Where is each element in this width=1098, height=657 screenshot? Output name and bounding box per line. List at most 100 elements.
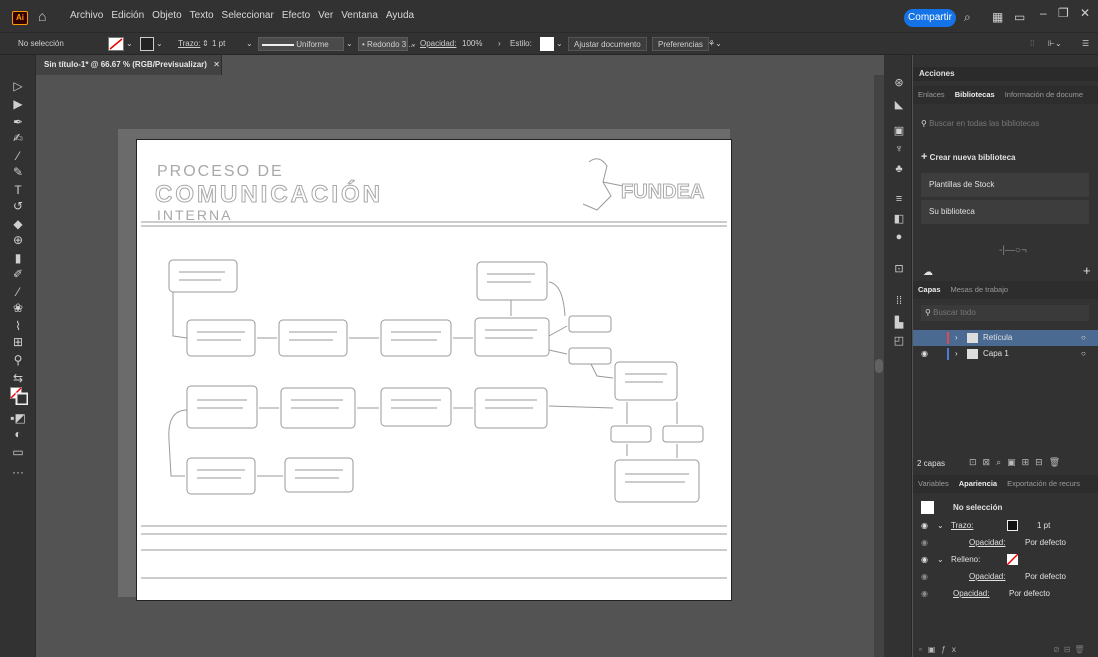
menu-texto[interactable]: Texto <box>186 10 218 21</box>
align-panel-icon[interactable]: ⁞⁞ <box>892 295 906 307</box>
eye-icon[interactable]: ◉ <box>921 568 928 585</box>
layer-name[interactable]: Retícula <box>983 330 1012 346</box>
stroke-panel-icon[interactable]: ≡ <box>892 193 906 205</box>
direct-selection-tool-icon[interactable]: ▶ <box>10 97 26 111</box>
appearance-fill-row[interactable]: ◉ ⌄ Relleno: <box>913 551 1098 568</box>
cloud-icon[interactable]: ☁ <box>923 267 935 278</box>
gradient-icon[interactable]: ◧ <box>892 213 906 225</box>
stroke-label[interactable]: Trazo: <box>951 517 973 534</box>
eye-icon[interactable]: ◉ <box>921 585 928 602</box>
draw-mode-icon[interactable]: ◐ <box>10 427 26 441</box>
eraser-tool-icon[interactable]: ◆ <box>10 217 26 231</box>
opacity-chevron-right-icon[interactable]: › <box>498 37 501 51</box>
actions-icon[interactable]: ⊛ <box>892 77 906 89</box>
appearance-stroke-row[interactable]: ◉ ⌄ Trazo: 1 pt <box>913 517 1098 534</box>
style-swatch[interactable] <box>540 37 554 51</box>
align-icon[interactable]: ⁞⁞ <box>1030 37 1034 51</box>
menu-ver[interactable]: Ver <box>314 10 337 21</box>
document-icon[interactable]: ◣ <box>892 99 906 111</box>
appearance-opacity-row[interactable]: ◉ Opacidad: Por defecto <box>913 585 1098 602</box>
symbols-icon[interactable]: ♣ <box>892 163 906 175</box>
tab-variables[interactable]: Variables <box>913 475 954 493</box>
add-library-icon[interactable]: + <box>1083 263 1095 278</box>
zoom-tool-icon[interactable]: ⚲ <box>10 353 26 367</box>
library-item-stock-templates[interactable]: Plantillas de Stock <box>921 173 1089 197</box>
blend-tool-icon[interactable]: ❀ <box>10 301 26 315</box>
isolate-icon[interactable]: ⚘⌄ <box>708 37 722 51</box>
shape-builder-tool-icon[interactable]: ⊕ <box>10 233 26 247</box>
layers-footer-icons[interactable]: ⊡⊠⌕▣⊞⊟🗑 <box>969 457 1093 468</box>
style-chevron-down-icon[interactable]: ⌄ <box>556 37 563 51</box>
transform-panel-icon[interactable]: ▙ <box>892 317 906 329</box>
library-search-input[interactable]: Buscar en todas las bibliotecas <box>929 119 1039 128</box>
artboard[interactable]: PROCESO DE COMUNICACIÓN INTERNA FUNDEA <box>136 139 732 601</box>
artboard-tool-icon[interactable]: ⊞ <box>10 335 26 349</box>
close-tab-icon[interactable]: ✕ <box>213 60 220 69</box>
tab-links[interactable]: Enlaces <box>913 86 950 104</box>
color-mode-icon[interactable]: ▪◩ <box>10 411 26 425</box>
puppet-icon[interactable]: ♆ <box>892 143 906 155</box>
transparency-icon[interactable]: ● <box>892 231 906 243</box>
eye-icon[interactable]: ◉ <box>921 346 928 362</box>
menu-objeto[interactable]: Objeto <box>148 10 185 21</box>
layer-row-capa1[interactable]: ◉ › Capa 1 ○ <box>913 346 1098 362</box>
library-item-your-library[interactable]: Su biblioteca <box>921 200 1089 224</box>
fill-stroke-swatch-icon[interactable] <box>10 387 28 405</box>
layer-name[interactable]: Capa 1 <box>983 346 1009 362</box>
transform-icon[interactable]: ⊩⌄ <box>1048 37 1062 51</box>
opacity-value[interactable]: 100% <box>462 37 482 51</box>
stroke-weight-chevron-icon[interactable]: ⌄ <box>246 37 253 51</box>
fill-none-swatch-icon[interactable] <box>1007 554 1018 565</box>
fill-stroke-swap-icon[interactable]: ⇆ <box>10 371 26 385</box>
chevron-right-icon[interactable]: › <box>955 346 958 362</box>
home-icon[interactable]: ⌂ <box>38 9 54 23</box>
tab-appearance[interactable]: Apariencia <box>954 475 1002 493</box>
eye-icon[interactable]: ◉ <box>921 534 928 551</box>
appearance-fill-opacity-row[interactable]: ◉ Opacidad: Por defecto <box>913 568 1098 585</box>
artboards-icon[interactable]: ⊡ <box>892 263 906 275</box>
library-search[interactable]: ⚲ Buscar en todas las bibliotecas <box>921 119 1089 128</box>
image-trace-icon[interactable]: ▣ <box>892 125 906 137</box>
layers-search-input[interactable]: Buscar todo <box>933 308 976 317</box>
appearance-footer-right-icons[interactable]: ⊘⊟🗑 <box>1053 645 1093 654</box>
menu-ventana[interactable]: Ventana <box>337 10 382 21</box>
canvas[interactable]: PROCESO DE COMUNICACIÓN INTERNA FUNDEA <box>36 75 874 657</box>
stroke-swatch[interactable] <box>1007 520 1018 531</box>
stroke-label[interactable]: Trazo: <box>178 37 200 51</box>
eye-icon[interactable]: ◉ <box>921 551 928 568</box>
symbol-sprayer-tool-icon[interactable]: ⌇ <box>10 319 26 333</box>
tab-document-info[interactable]: Información de docume <box>1000 86 1088 104</box>
rotate-tool-icon[interactable]: ↺ <box>10 199 26 213</box>
type-tool-icon[interactable]: T <box>10 183 26 197</box>
arrange-documents-icon[interactable]: ▦ <box>992 11 1003 23</box>
minimize-icon[interactable]: – <box>1040 6 1047 20</box>
eye-icon[interactable]: ◉ <box>921 517 928 534</box>
stroke-weight-value[interactable]: 1 pt <box>212 37 225 51</box>
chevron-down-icon[interactable]: ⌄ <box>937 517 944 534</box>
tab-libraries[interactable]: Bibliotecas <box>950 86 1000 104</box>
close-icon[interactable]: ✕ <box>1080 6 1090 20</box>
stroke-weight-stepper[interactable]: ⇕ <box>202 37 209 51</box>
opacity-label[interactable]: Opacidad: <box>953 585 989 602</box>
brush-select[interactable]: • Redondo 3 ... <box>358 37 415 51</box>
pathfinder-icon[interactable]: ◰ <box>892 335 906 347</box>
curvature-tool-icon[interactable]: ✍ <box>10 131 26 145</box>
layer-row-reticula[interactable]: › Retícula ○ <box>913 330 1098 346</box>
fit-document-button[interactable]: Ajustar documento <box>568 37 647 51</box>
document-tab[interactable]: Sin título-1* @ 66.67 % (RGB/Previsualiz… <box>36 55 222 75</box>
brush-chevron-down-icon[interactable]: ⌄ <box>410 37 417 51</box>
tab-artboards[interactable]: Mesas de trabajo <box>946 281 1014 299</box>
vertical-scrollbar[interactable] <box>874 75 884 657</box>
target-circle-icon[interactable]: ○ <box>1081 330 1086 346</box>
stroke-opacity-label[interactable]: Opacidad: <box>969 534 1005 551</box>
stroke-chevron-down-icon[interactable]: ⌄ <box>156 37 163 51</box>
stroke-value[interactable]: 1 pt <box>1037 517 1050 534</box>
tab-asset-export[interactable]: Exportación de recurs <box>1002 475 1085 493</box>
tab-layers[interactable]: Capas <box>913 281 946 299</box>
screen-mode-icon[interactable]: ▭ <box>10 445 26 459</box>
create-library-button[interactable]: + Crear nueva biblioteca <box>921 151 1089 163</box>
actions-panel-title[interactable]: Acciones <box>913 67 1098 81</box>
appearance-stroke-opacity-row[interactable]: ◉ Opacidad: Por defecto <box>913 534 1098 551</box>
stroke-profile-select[interactable]: Uniforme <box>258 37 344 51</box>
menu-archivo[interactable]: Archivo <box>66 10 107 21</box>
